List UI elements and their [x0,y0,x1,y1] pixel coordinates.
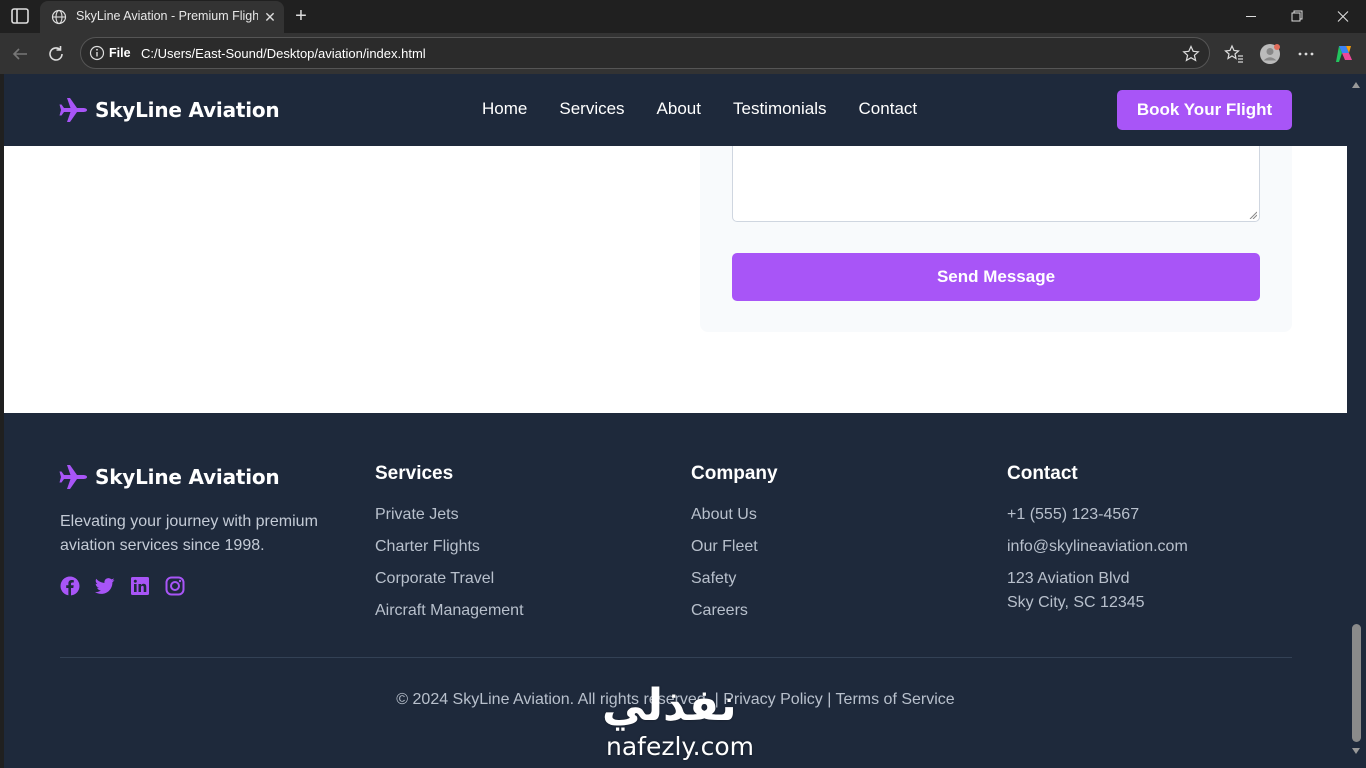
nav-link-home[interactable]: Home [482,99,527,119]
twitter-icon[interactable] [95,576,115,596]
watermark-arabic-text: نفذلي [602,680,737,731]
plane-icon [59,98,87,122]
footer-divider [60,657,1292,658]
copilot-icon[interactable] [1333,43,1355,65]
linkedin-icon[interactable] [130,576,150,596]
brand-name: SkyLine Aviation [95,98,280,122]
instagram-icon[interactable] [165,576,185,596]
restore-icon[interactable] [1274,0,1320,33]
address-scheme: File [109,46,131,60]
minimize-icon[interactable] [1228,0,1274,33]
info-icon[interactable] [89,45,105,61]
footer-company-heading: Company [691,463,778,484]
footer-services-column: Services Private Jets Charter Flights Co… [375,463,524,631]
globe-icon [51,9,67,25]
close-window-icon[interactable] [1320,0,1366,33]
browser-toolbar: File C:/Users/East-Sound/Desktop/aviatio… [0,33,1366,74]
new-tab-icon[interactable]: + [291,6,311,26]
favorite-star-icon[interactable] [1181,44,1201,64]
contact-form-card: Send Message [700,146,1292,332]
resize-grip-icon[interactable] [1249,211,1257,219]
facebook-icon[interactable] [60,576,80,596]
social-links [60,576,200,596]
page-viewport: Send Message SkyLine Aviation Home Servi… [4,74,1347,768]
profile-avatar-icon[interactable] [1259,43,1281,65]
address-bar[interactable]: File C:/Users/East-Sound/Desktop/aviatio… [80,37,1210,69]
footer-email: info@skylineaviation.com [1007,538,1188,555]
footer-link-safety[interactable]: Safety [691,567,778,591]
tab-actions-icon[interactable] [10,7,30,25]
browser-titlebar: SkyLine Aviation - Premium Flight ✕ + [0,0,1366,33]
footer-address-line1: 123 Aviation Blvd [1007,570,1130,587]
book-flight-button[interactable]: Book Your Flight [1117,90,1292,130]
watermark-latin-text: nafezly.com [606,732,754,761]
footer-link-private-jets[interactable]: Private Jets [375,503,524,527]
site-navbar: SkyLine Aviation Home Services About Tes… [4,74,1347,146]
footer-link-corporate-travel[interactable]: Corporate Travel [375,567,524,591]
refresh-icon[interactable] [45,43,67,65]
nav-link-testimonials[interactable]: Testimonials [733,99,827,119]
footer-services-heading: Services [375,463,454,484]
tab-close-icon[interactable]: ✕ [262,9,278,25]
scroll-up-arrow-icon[interactable] [1352,82,1360,88]
footer-address-line2: Sky City, SC 12345 [1007,594,1145,611]
footer-description: Elevating your journey with premium avia… [60,513,318,554]
page-scrollbar[interactable] [1347,74,1366,768]
footer-link-our-fleet[interactable]: Our Fleet [691,535,778,559]
footer-contact-heading: Contact [1007,463,1078,484]
site-logo[interactable]: SkyLine Aviation [59,96,280,124]
message-textarea[interactable] [732,146,1260,222]
footer-company-column: Company About Us Our Fleet Safety Career… [691,463,778,631]
footer-link-charter-flights[interactable]: Charter Flights [375,535,524,559]
more-options-icon[interactable] [1295,43,1317,65]
nav-links: Home Services About Testimonials Contact [482,99,949,119]
footer-logo[interactable]: SkyLine Aviation [59,463,280,491]
nav-link-about[interactable]: About [657,99,701,119]
send-message-button[interactable]: Send Message [732,253,1260,301]
footer-link-careers[interactable]: Careers [691,599,778,623]
address-url[interactable]: C:/Users/East-Sound/Desktop/aviation/ind… [141,46,426,61]
tab-title: SkyLine Aviation - Premium Flight [76,9,258,23]
footer-link-about-us[interactable]: About Us [691,503,778,527]
footer-contact-column: Contact +1 (555) 123-4567 info@skylineav… [1007,463,1188,623]
favorites-icon[interactable] [1223,43,1245,65]
scrollbar-thumb[interactable] [1352,624,1361,742]
footer-brand-name: SkyLine Aviation [95,465,280,489]
plane-icon [59,465,87,489]
footer-phone: +1 (555) 123-4567 [1007,506,1140,523]
footer-link-aircraft-management[interactable]: Aircraft Management [375,599,524,623]
browser-tab[interactable]: SkyLine Aviation - Premium Flight ✕ [40,1,284,33]
nafezly-watermark: نفذلي nafezly.com [596,680,772,766]
nav-link-contact[interactable]: Contact [859,99,918,119]
scroll-down-arrow-icon[interactable] [1352,748,1360,754]
nav-link-services[interactable]: Services [559,99,624,119]
back-arrow-icon[interactable] [9,43,31,65]
